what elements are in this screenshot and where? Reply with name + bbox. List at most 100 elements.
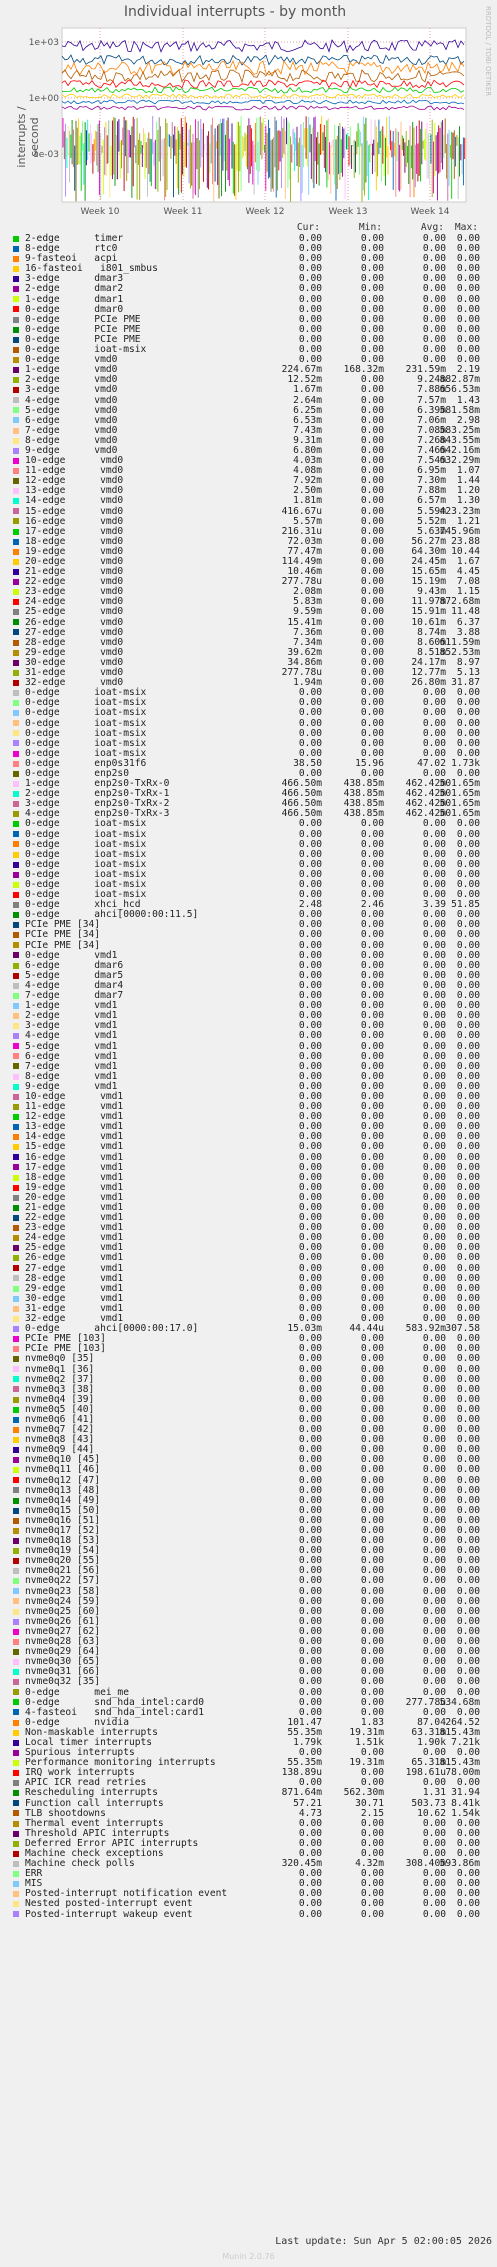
plot-area: 1e+03 1e+00 1e-03 Week 10 Week 11 Week 12 Week… <box>29 27 467 217</box>
series-swatch <box>13 1669 19 1676</box>
legend-row: 4-edge vmd1 0.00 0.00 0.00 0.00 <box>0 1031 490 1041</box>
series-swatch <box>13 1103 19 1110</box>
series-swatch <box>13 1911 19 1918</box>
series-swatch <box>13 387 19 394</box>
value-max: 0.00 <box>456 1030 480 1042</box>
series-swatch <box>13 1739 19 1746</box>
series-swatch <box>13 942 19 949</box>
series-swatch <box>13 780 19 787</box>
series-swatch <box>13 1245 19 1252</box>
series-swatch <box>13 861 19 868</box>
series-swatch <box>13 518 19 525</box>
series-swatch <box>13 427 19 434</box>
series-swatch <box>13 1013 19 1020</box>
series-swatch <box>13 952 19 959</box>
last-update: Last update: Sun Apr 5 02:00:05 2026 <box>275 2236 492 2247</box>
series-swatch <box>13 1608 19 1615</box>
series-swatch <box>13 1396 19 1403</box>
series-swatch <box>13 1325 19 1332</box>
series-swatch <box>13 1053 19 1060</box>
plot-background <box>61 27 467 203</box>
series-swatch <box>13 1547 19 1554</box>
series-swatch <box>13 1063 19 1070</box>
series-swatch <box>13 609 19 616</box>
series-swatch <box>13 1648 19 1655</box>
series-swatch <box>13 1558 19 1565</box>
series-swatch <box>13 669 19 676</box>
series-swatch <box>13 1386 19 1393</box>
series-swatch <box>13 1527 19 1534</box>
series-swatch <box>13 639 19 646</box>
value-min: 0.00 <box>360 1030 384 1042</box>
series-swatch <box>13 770 19 777</box>
value-min: 0.00 <box>360 1676 384 1688</box>
series-swatch <box>13 599 19 606</box>
y-tick-label: 1e+00 <box>29 94 60 104</box>
y-tick-label: 1e-03 <box>33 150 59 160</box>
series-swatch <box>13 508 19 515</box>
series-swatch <box>13 790 19 797</box>
series-swatch <box>13 397 19 404</box>
series-swatch <box>13 1235 19 1242</box>
value-min: 0.00 <box>360 1908 384 1920</box>
series-swatch <box>13 649 19 656</box>
series-swatch <box>13 1275 19 1282</box>
series-swatch <box>13 1820 19 1827</box>
series-swatch <box>13 1083 19 1090</box>
series-swatch <box>13 367 19 374</box>
series-swatch <box>13 1618 19 1625</box>
legend-row: nvme0q0 [35] 0.00 0.00 0.00 0.00 <box>0 1354 490 1364</box>
series-swatch <box>13 1043 19 1050</box>
series-swatch <box>13 962 19 969</box>
series-swatch <box>13 1770 19 1777</box>
series-swatch <box>13 326 19 333</box>
series-name: 4-edge vmd1 <box>25 1030 118 1042</box>
series-swatch <box>13 881 19 888</box>
series-swatch <box>13 306 19 313</box>
x-tick-label: Week 11 <box>164 207 203 217</box>
series-swatch <box>13 1659 19 1666</box>
series-swatch <box>13 558 19 565</box>
series-swatch <box>13 1810 19 1817</box>
series-swatch <box>13 912 19 919</box>
series-swatch <box>13 467 19 474</box>
series-swatch <box>13 447 19 454</box>
series-swatch <box>13 1679 19 1686</box>
series-swatch <box>13 821 19 828</box>
series-swatch <box>13 1850 19 1857</box>
series-swatch <box>13 1406 19 1413</box>
col-cur: Cur: <box>296 222 320 233</box>
series-swatch <box>13 1426 19 1433</box>
series-swatch <box>13 276 19 283</box>
series-swatch <box>13 478 19 485</box>
series-swatch <box>13 1124 19 1131</box>
series-swatch <box>13 720 19 727</box>
series-swatch <box>13 1416 19 1423</box>
series-swatch <box>13 1780 19 1787</box>
x-tick-label: Week 10 <box>81 207 120 217</box>
series-swatch <box>13 740 19 747</box>
series-swatch <box>13 1204 19 1211</box>
series-swatch <box>13 1517 19 1524</box>
series-swatch <box>13 1790 19 1797</box>
series-swatch <box>13 1194 19 1201</box>
series-swatch <box>13 1093 19 1100</box>
legend-row: Machine check polls 320.45m 4.32m 308.40m 59… <box>0 1858 490 1869</box>
series-swatch <box>13 1002 19 1009</box>
value-max: 0.00 <box>456 1908 480 1920</box>
series-swatch <box>13 932 19 939</box>
series-swatch <box>13 1356 19 1363</box>
series-swatch <box>13 1477 19 1484</box>
series-swatch <box>13 245 19 252</box>
series-swatch <box>13 1497 19 1504</box>
series-swatch <box>13 1638 19 1645</box>
value-cur: 0.00 <box>298 1030 322 1042</box>
series-swatch <box>13 841 19 848</box>
series-swatch <box>13 1144 19 1151</box>
series-swatch <box>13 1305 19 1312</box>
series-name: 3-edge vmd0 <box>25 384 118 396</box>
series-swatch <box>13 1447 19 1454</box>
series-swatch <box>13 589 19 596</box>
series-swatch <box>13 1366 19 1373</box>
series-swatch <box>13 871 19 878</box>
